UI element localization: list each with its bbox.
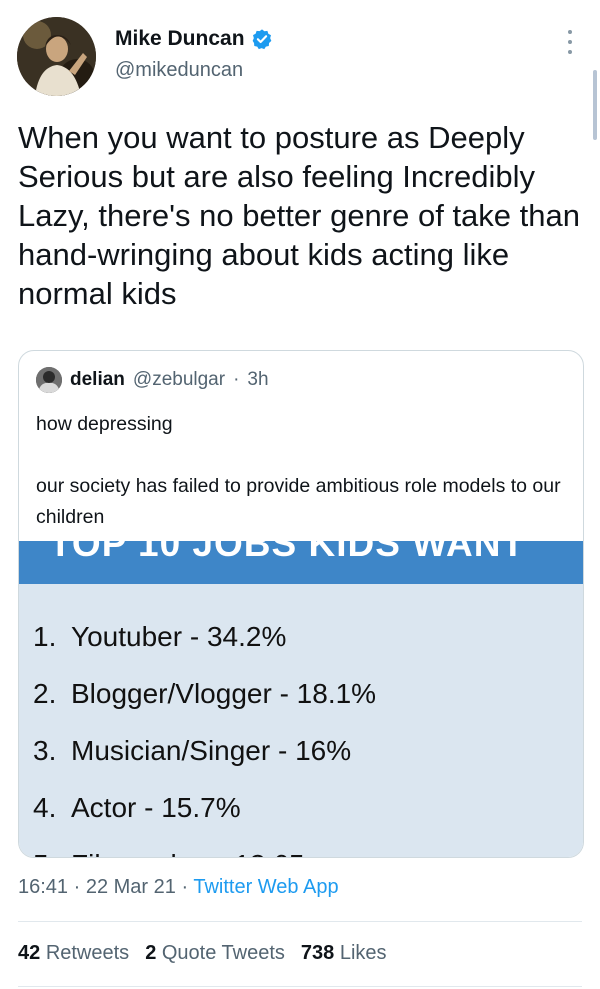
author-avatar[interactable] [17, 17, 96, 96]
list-item: 5.Film maker - 13.65 [33, 836, 376, 857]
quoted-separator: · [233, 369, 240, 390]
quoted-time: 3h [247, 369, 269, 390]
list-item: 1. Youtuber - 34.2% [33, 621, 287, 652]
quoted-tweet-text: how depressing our society has failed to… [36, 409, 566, 533]
tweet-text: When you want to posture as Deeply Serio… [18, 120, 580, 311]
divider [18, 921, 582, 922]
avatar-photo [17, 17, 96, 96]
more-options-icon[interactable] [560, 30, 580, 54]
quoted-media-image[interactable]: TOP 10 JOBS KIDS WANT 1. Youtuber - 34.2%… [19, 541, 583, 857]
quoted-tweet[interactable]: delian @zebulgar · 3h how depressing our… [18, 350, 584, 858]
retweets-stat[interactable]: 42 Retweets [18, 942, 129, 965]
tweet-time[interactable]: 16:41 [18, 876, 68, 898]
engagement-stats: 42 Retweets 2 Quote Tweets 738 Likes [18, 942, 387, 965]
author-handle[interactable]: @mikeduncan [115, 59, 273, 82]
image-banner-text: TOP 10 JOBS KIDS WANT [49, 541, 526, 564]
quoted-avatar-photo [36, 367, 62, 393]
image-banner: TOP 10 JOBS KIDS WANT [19, 541, 583, 584]
quoted-author-handle: @zebulgar [132, 369, 226, 390]
tweet-source-link[interactable]: Twitter Web App [193, 876, 338, 898]
author-info: Mike Duncan @mikeduncan [115, 27, 273, 82]
scrollbar[interactable] [593, 70, 597, 140]
quoted-author-avatar [36, 367, 62, 393]
author-name[interactable]: Mike Duncan [115, 27, 245, 51]
list-item: 3. Musician/Singer - 16% [33, 735, 352, 766]
quoted-tweet-header: delian @zebulgar · 3h [36, 367, 269, 393]
quoted-author-name: delian [70, 369, 125, 390]
verified-badge-icon [252, 29, 271, 50]
likes-stat[interactable]: 738 Likes [301, 942, 387, 965]
divider [18, 986, 582, 987]
list-item: 4. Actor - 15.7% [33, 792, 241, 823]
image-job-list: 1. Youtuber - 34.2% 2. Blogger/Vlogger - 1… [33, 608, 376, 857]
author-name-row: Mike Duncan [115, 27, 273, 51]
quoted-text-line-1: how depressing [36, 413, 173, 435]
quoted-text-line-2: our society has failed to provide ambiti… [36, 475, 561, 528]
list-item: 2. Blogger/Vlogger - 18.1% [33, 678, 377, 709]
tweet-timestamp: 16:41 · 22 Mar 21 · Twitter Web App [18, 876, 339, 898]
quote-tweets-stat[interactable]: 2 Quote Tweets [145, 942, 285, 965]
tweet-date[interactable]: 22 Mar 21 [86, 876, 176, 898]
